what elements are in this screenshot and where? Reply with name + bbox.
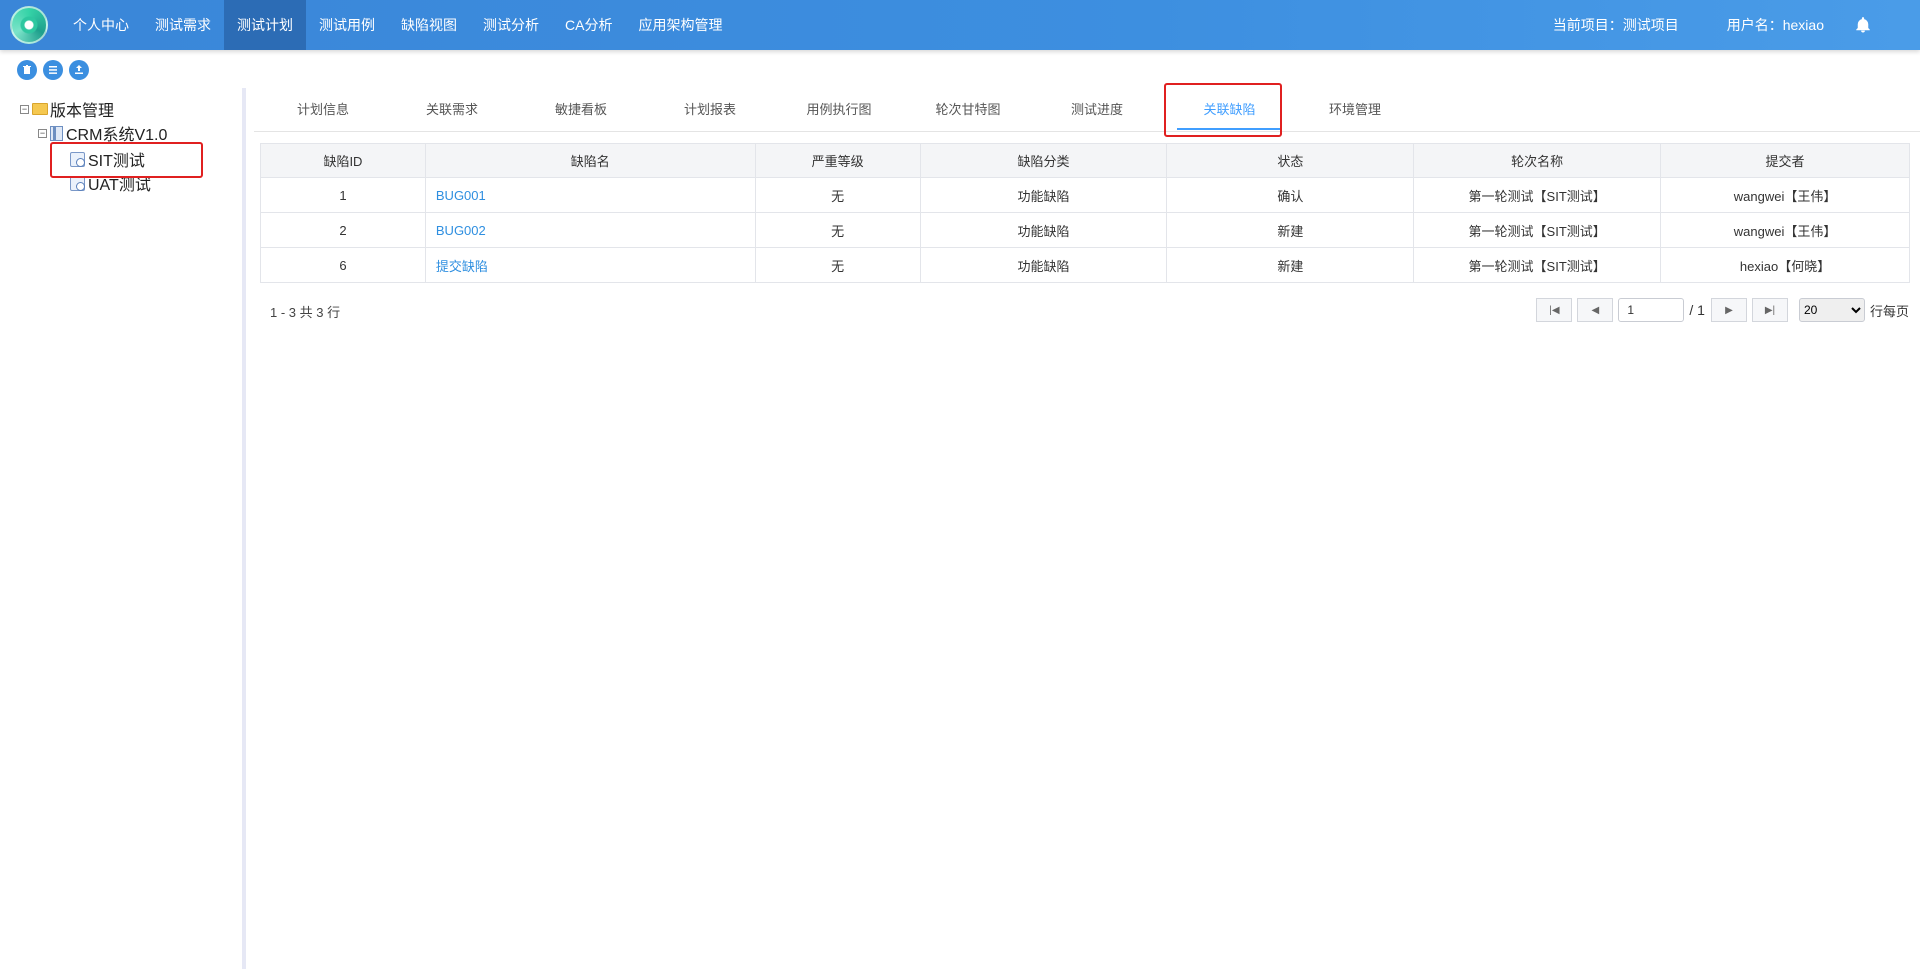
list-icon[interactable]: [43, 60, 63, 80]
column-header-category[interactable]: 缺陷分类: [919, 143, 1168, 178]
column-header-defect-id[interactable]: 缺陷ID: [260, 143, 426, 178]
column-header-severity[interactable]: 严重等级: [754, 143, 921, 178]
tab-plan-info[interactable]: 计划信息: [274, 90, 372, 130]
nav-item-defect-view[interactable]: 缺陷视图: [388, 0, 470, 50]
tree-node-version[interactable]: − CRM系统V1.0: [38, 122, 167, 144]
row-count-summary: 1 - 3 共 3 行: [270, 305, 341, 320]
cell-category: 功能缺陷: [919, 177, 1168, 213]
column-header-submitter[interactable]: 提交者: [1660, 143, 1910, 178]
table-row[interactable]: 1 BUG001 无 功能缺陷 确认 第一轮测试【SIT测试】 wangwei【…: [260, 177, 1910, 213]
cell-round-name: 第一轮测试【SIT测试】: [1413, 177, 1662, 213]
last-page-icon[interactable]: ▶|: [1751, 298, 1788, 322]
cell-severity: 无: [754, 247, 921, 283]
defect-name-link[interactable]: BUG002: [424, 212, 756, 248]
cell-category: 功能缺陷: [919, 247, 1168, 283]
tree-node-label: 版本管理: [50, 103, 115, 120]
tree-toolbar: [0, 56, 95, 84]
top-right-info: 当前项目：测试项目 用户名：hexiao: [1553, 0, 1920, 50]
cell-round-name: 第一轮测试【SIT测试】: [1413, 212, 1662, 248]
nav-item-test-cases[interactable]: 测试用例: [306, 0, 388, 50]
column-header-round-name[interactable]: 轮次名称: [1413, 143, 1662, 178]
tab-round-gantt[interactable]: 轮次甘特图: [919, 90, 1017, 130]
delete-icon[interactable]: [17, 60, 37, 80]
table-row[interactable]: 6 提交缺陷 无 功能缺陷 新建 第一轮测试【SIT测试】 hexiao【何晓】: [260, 247, 1910, 283]
nav-item-ca-analysis[interactable]: CA分析: [552, 0, 625, 50]
current-project[interactable]: 当前项目：测试项目: [1553, 15, 1679, 35]
annotation-highlight-tree: [50, 142, 203, 178]
tree-node-root[interactable]: − 版本管理: [20, 98, 114, 120]
export-icon[interactable]: [69, 60, 89, 80]
defect-name-link[interactable]: BUG001: [424, 177, 756, 213]
cell-submitter: wangwei【王伟】: [1660, 212, 1910, 248]
defect-table: 缺陷ID 缺陷名 严重等级 缺陷分类 状态 轮次名称 提交者 1 BUG001 …: [260, 143, 1910, 283]
column-header-defect-name[interactable]: 缺陷名: [424, 143, 756, 178]
main-nav: 个人中心 测试需求 测试计划 测试用例 缺陷视图 测试分析 CA分析 应用架构管…: [60, 0, 735, 50]
tab-linked-requirements[interactable]: 关联需求: [403, 90, 501, 130]
per-page-label: 行每页: [1869, 303, 1909, 319]
column-header-status[interactable]: 状态: [1166, 143, 1415, 178]
nav-item-app-architecture[interactable]: 应用架构管理: [625, 0, 735, 50]
cell-category: 功能缺陷: [919, 212, 1168, 248]
folder-icon: [32, 103, 48, 115]
book-icon: [50, 125, 63, 141]
nav-item-test-requirements[interactable]: 测试需求: [142, 0, 224, 50]
cell-status: 新建: [1166, 247, 1415, 283]
cell-defect-id: 2: [260, 212, 426, 248]
annotation-highlight-tab: [1164, 83, 1282, 137]
cell-defect-id: 1: [260, 177, 426, 213]
prev-page-icon[interactable]: ◀: [1577, 298, 1614, 322]
username[interactable]: 用户名：hexiao: [1727, 15, 1824, 35]
collapse-icon[interactable]: −: [38, 128, 47, 138]
tab-test-progress[interactable]: 测试进度: [1048, 90, 1146, 130]
plan-tabs: 计划信息 关联需求 敏捷看板 计划报表 用例执行图 轮次甘特图 测试进度 关联缺…: [254, 90, 1920, 132]
nav-item-test-plan[interactable]: 测试计划: [224, 0, 306, 50]
nav-item-personal-center[interactable]: 个人中心: [60, 0, 142, 50]
cell-status: 确认: [1166, 177, 1415, 213]
bell-icon[interactable]: [1854, 16, 1872, 34]
page-size-select[interactable]: 20: [1798, 298, 1865, 322]
next-page-icon[interactable]: ▶: [1710, 298, 1747, 322]
tab-case-execution-chart[interactable]: 用例执行图: [790, 90, 888, 130]
pagination: |◀ ◀ / 1 ▶ ▶| 20 行每页: [1536, 298, 1909, 322]
table-header-row: 缺陷ID 缺陷名 严重等级 缺陷分类 状态 轮次名称 提交者: [260, 143, 1910, 178]
page-number-input[interactable]: [1618, 298, 1685, 322]
app-logo[interactable]: [10, 6, 48, 44]
tab-environment-management[interactable]: 环境管理: [1306, 90, 1404, 130]
cell-severity: 无: [754, 177, 921, 213]
first-page-icon[interactable]: |◀: [1536, 298, 1573, 322]
defect-name-link[interactable]: 提交缺陷: [424, 247, 756, 283]
tab-plan-report[interactable]: 计划报表: [661, 90, 759, 130]
cell-status: 新建: [1166, 212, 1415, 248]
tab-agile-board[interactable]: 敏捷看板: [532, 90, 630, 130]
nav-item-test-analysis[interactable]: 测试分析: [470, 0, 552, 50]
top-nav-bar: 个人中心 测试需求 测试计划 测试用例 缺陷视图 测试分析 CA分析 应用架构管…: [0, 0, 1920, 50]
table-row[interactable]: 2 BUG002 无 功能缺陷 新建 第一轮测试【SIT测试】 wangwei【…: [260, 212, 1910, 248]
cell-severity: 无: [754, 212, 921, 248]
cell-submitter: wangwei【王伟】: [1660, 177, 1910, 213]
cell-round-name: 第一轮测试【SIT测试】: [1413, 247, 1662, 283]
collapse-icon[interactable]: −: [20, 104, 29, 114]
cell-submitter: hexiao【何晓】: [1660, 247, 1910, 283]
cell-defect-id: 6: [260, 247, 426, 283]
version-tree-panel: − 版本管理 − CRM系统V1.0 SIT测试 UAT测试: [0, 88, 246, 969]
total-pages: / 1: [1689, 302, 1705, 318]
